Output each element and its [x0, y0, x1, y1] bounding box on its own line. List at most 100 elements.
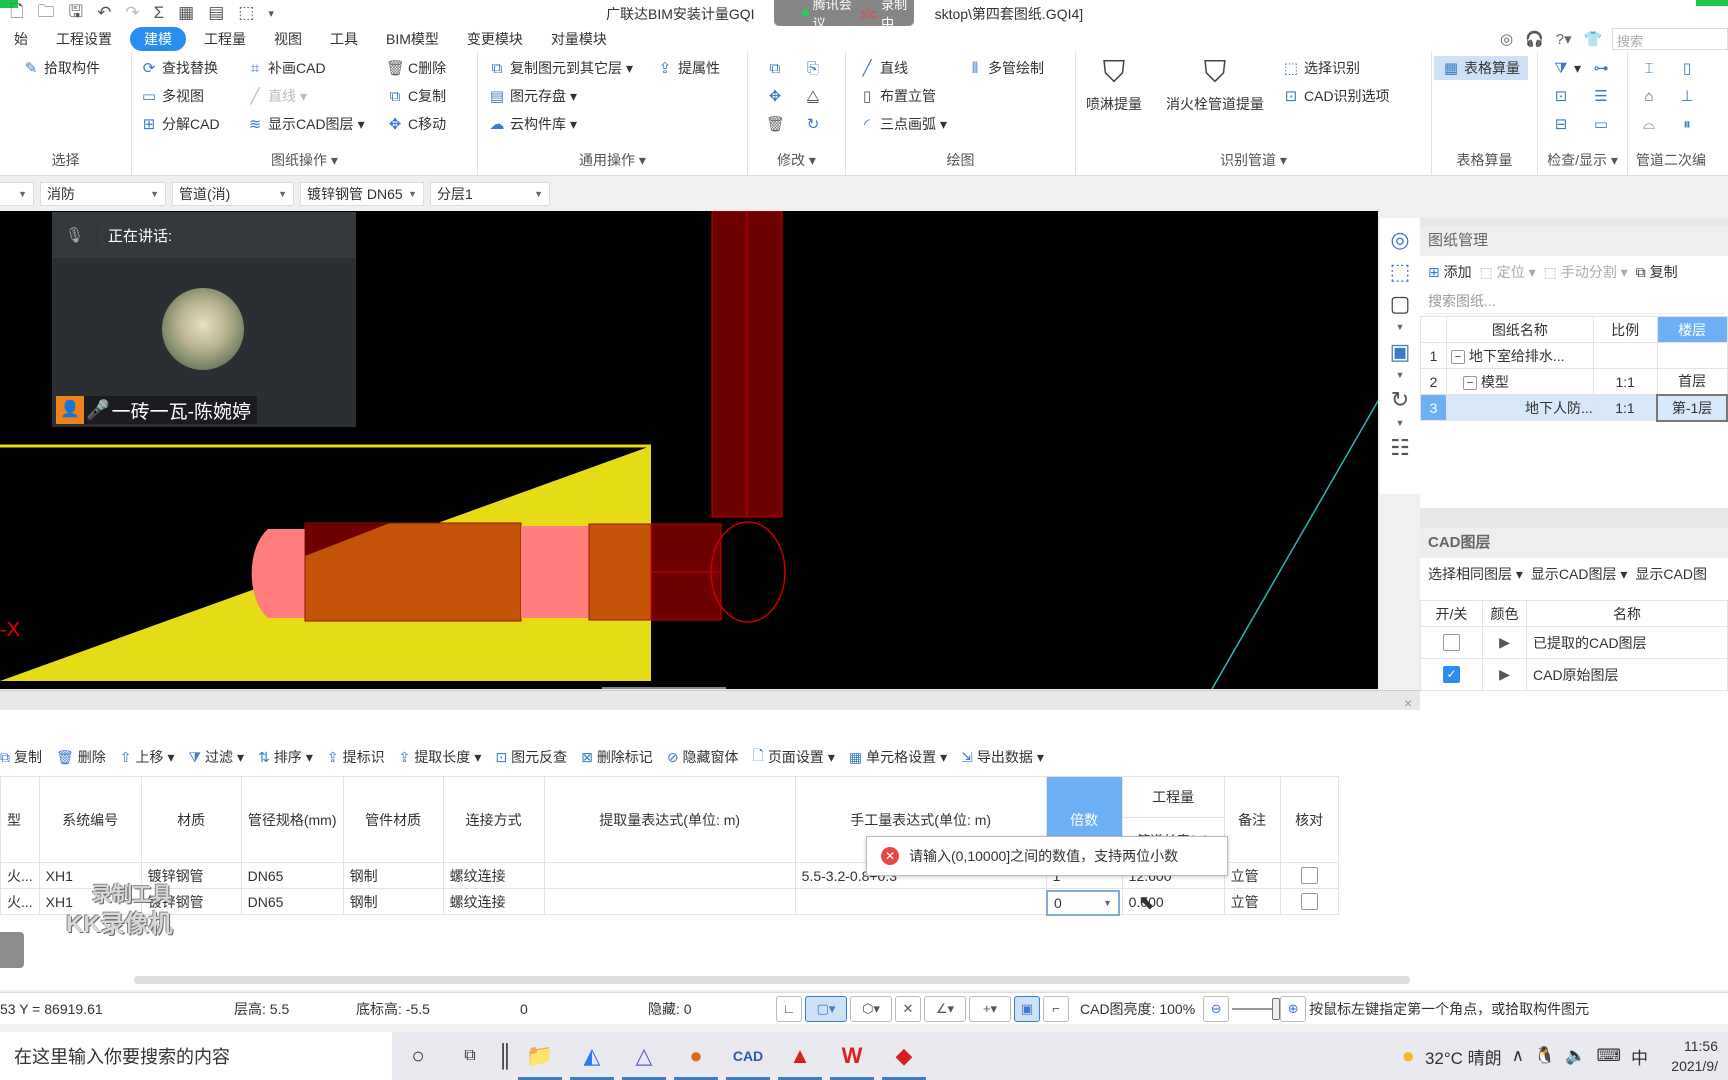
chevron-down-icon[interactable]: ▼	[1396, 370, 1405, 382]
cad-options-button[interactable]: ⊡ CAD识别选项	[1282, 84, 1390, 108]
panel-splitter[interactable]	[0, 690, 1420, 710]
layout-icon[interactable]: ⬚	[238, 3, 254, 23]
show-cad-layer-button[interactable]: 显示CAD图层 ▾	[1531, 564, 1627, 584]
pipe-edit-3-button[interactable]: ⌂	[1640, 84, 1658, 108]
chevron-down-icon[interactable]: ▼	[1396, 322, 1405, 334]
menu-tab-4[interactable]: 视图	[260, 27, 316, 51]
group-label[interactable]: 选择	[0, 150, 131, 170]
c-delete-button[interactable]: 🗑 C删除	[386, 56, 446, 80]
tray-expand-icon[interactable]: ∧	[1512, 1046, 1524, 1066]
verify-checkbox[interactable]	[1300, 867, 1318, 885]
zoom-out-icon[interactable]: ⊖	[1203, 995, 1230, 1022]
draw-line-button[interactable]: ╱ 直线	[858, 56, 908, 80]
manual-split-button[interactable]: ⬚ 手动分割 ▾	[1544, 262, 1628, 282]
filter-display-button[interactable]: ⧩ ▾	[1552, 56, 1581, 80]
wps-icon[interactable]: W	[826, 1032, 878, 1080]
header-search-input[interactable]: 搜索	[1612, 28, 1728, 50]
tencent-meeting-icon[interactable]: ◭	[566, 1032, 618, 1080]
hide-window-button[interactable]: ⊘ 隐藏窗体	[667, 747, 739, 767]
layer-toggle-checkbox[interactable]	[1443, 634, 1460, 652]
find-replace-button[interactable]: ⟳ 查找替换	[140, 56, 218, 80]
measure-button[interactable]: ▭	[1592, 112, 1610, 136]
3d-view-icon[interactable]: ⬡▾	[850, 995, 892, 1022]
table-icon[interactable]: ▦	[178, 3, 194, 23]
cortana-icon[interactable]: ○	[392, 1032, 444, 1080]
filter-combo-layer[interactable]: 分层1 ▼	[430, 182, 550, 206]
gqi-app-icon[interactable]: △	[618, 1032, 670, 1080]
add-drawing-button[interactable]: ⊞ 添加	[1428, 262, 1472, 282]
col-header[interactable]: 楼层	[1656, 316, 1728, 343]
weather-text[interactable]: 32°C 晴朗	[1425, 1044, 1502, 1069]
col-header[interactable]: 管件材质	[342, 776, 444, 863]
pipe-edit-2-button[interactable]: ▯	[1678, 56, 1696, 80]
reverse-lookup-button[interactable]: ⊡ 图元反查	[495, 747, 567, 767]
delete-mark-button[interactable]: ⊠ 删除标记	[581, 747, 653, 767]
menu-tab-3[interactable]: 工程量	[190, 27, 260, 51]
col-header[interactable]: 型	[0, 776, 40, 863]
select-recognize-button[interactable]: ⬚ 选择识别	[1282, 56, 1360, 80]
skin-icon[interactable]: 👕	[1584, 30, 1603, 48]
open-folder-icon[interactable]: 🗀	[38, 0, 55, 28]
show-cad-button[interactable]: 显示CAD图	[1635, 564, 1707, 584]
filter-combo-spec[interactable]: 镀锌钢管 DN65 ▼	[300, 182, 424, 206]
drawing-row[interactable]: 1 − 地下室给排水...	[1420, 342, 1728, 369]
col-header[interactable]: 核对	[1279, 776, 1339, 863]
undo-icon[interactable]: ↶	[97, 3, 111, 23]
col-header[interactable]: 连接方式	[442, 776, 545, 863]
c-move-button[interactable]: ✥ C移动	[386, 112, 446, 136]
copy-to-layer-button[interactable]: ⧉ 复制图元到其它层 ▾	[488, 56, 633, 80]
close-panel-icon[interactable]: ×	[1404, 695, 1412, 711]
zoom-in-icon[interactable]: ⊕	[1280, 995, 1307, 1022]
verify-checbox[interactable]	[1300, 893, 1318, 911]
save-icon[interactable]: 🖫	[69, 0, 83, 28]
group-label[interactable]: 通用操作 ▾	[478, 150, 747, 170]
layer-toggle-checkbox-checked[interactable]: ✓	[1443, 666, 1460, 684]
customize-icon[interactable]: ▾	[268, 7, 274, 20]
filter-combo-0[interactable]: ▼	[0, 182, 34, 206]
draw-cad-button[interactable]: ⌗ 补画CAD	[246, 56, 326, 80]
explode-cad-button[interactable]: ⊞ 分解CAD	[140, 112, 220, 136]
angle-icon[interactable]: ∠▾	[924, 995, 966, 1022]
view-3d-icon[interactable]: ⬚	[1390, 258, 1411, 286]
delete-button[interactable]: 🗑	[766, 112, 785, 136]
menu-tab-7[interactable]: 变更模块	[453, 27, 537, 51]
layer-row[interactable]: ✓ ▶ CAD原始图层	[1420, 658, 1728, 691]
display-settings-icon[interactable]: ☷	[1390, 434, 1410, 462]
col-header[interactable]: 工程量	[1121, 776, 1225, 818]
meeting-recording-pill[interactable]: 腾讯会议 s\c 录制中	[774, 0, 914, 31]
col-header[interactable]: 图纸名称	[1446, 316, 1594, 343]
show-cad-layer-button[interactable]: ≋ 显示CAD图层 ▾	[246, 112, 365, 136]
qq-icon[interactable]: 🐧	[1534, 1046, 1555, 1066]
filter-button[interactable]: ⧩ 过滤 ▾	[189, 747, 245, 767]
brightness-slider-thumb[interactable]	[1272, 997, 1281, 1020]
layers-display-button[interactable]: ☰	[1592, 84, 1610, 108]
pipe-edit-4-button[interactable]: ⊥	[1678, 84, 1696, 108]
pipe-edit-1-button[interactable]: ⌶	[1640, 56, 1658, 80]
user-icon[interactable]: ◎	[1500, 30, 1513, 48]
cube-icon[interactable]: ▢	[1390, 290, 1411, 318]
ime-indicator[interactable]: 中	[1631, 1044, 1648, 1069]
solid-cube-icon[interactable]: ▣	[1390, 338, 1411, 366]
export-button[interactable]: ⇲ 导出数据 ▾	[961, 747, 1044, 767]
select-same-layer-button[interactable]: 选择相同图层 ▾	[1428, 564, 1523, 584]
copy-drawing-button[interactable]: ⧉ 复制	[1636, 262, 1678, 282]
group-label[interactable]: 检查/显示 ▾	[1538, 150, 1627, 170]
offset-icon[interactable]: +▾	[969, 995, 1011, 1022]
expand-arrow-icon[interactable]: ▶	[1499, 666, 1510, 682]
inspect-button[interactable]: ⊟	[1552, 112, 1570, 136]
file-explorer-icon[interactable]: 📁	[514, 1032, 566, 1080]
panel-splitter[interactable]	[1420, 508, 1728, 528]
sprinkler-button[interactable]: ⛉ 喷淋提量	[1086, 56, 1142, 114]
collapse-side-button[interactable]	[0, 932, 24, 968]
cad-viewer-icon[interactable]: CAD	[722, 1032, 774, 1080]
redo-icon[interactable]: ↷	[125, 3, 139, 23]
form-icon[interactable]: ▤	[208, 3, 224, 23]
snap-icon[interactable]: ▣	[1014, 995, 1040, 1022]
expand-arrow-icon[interactable]: ▶	[1499, 634, 1510, 650]
chevron-down-icon[interactable]: ▼	[1103, 898, 1112, 908]
table-calc-button[interactable]: ▦ 表格算量	[1434, 56, 1528, 80]
cross-icon[interactable]: ✕	[895, 995, 921, 1022]
chevron-down-icon[interactable]: ▼	[1396, 418, 1405, 430]
menu-tab-5[interactable]: 工具	[316, 27, 372, 51]
col-header[interactable]: 材质	[140, 776, 242, 863]
